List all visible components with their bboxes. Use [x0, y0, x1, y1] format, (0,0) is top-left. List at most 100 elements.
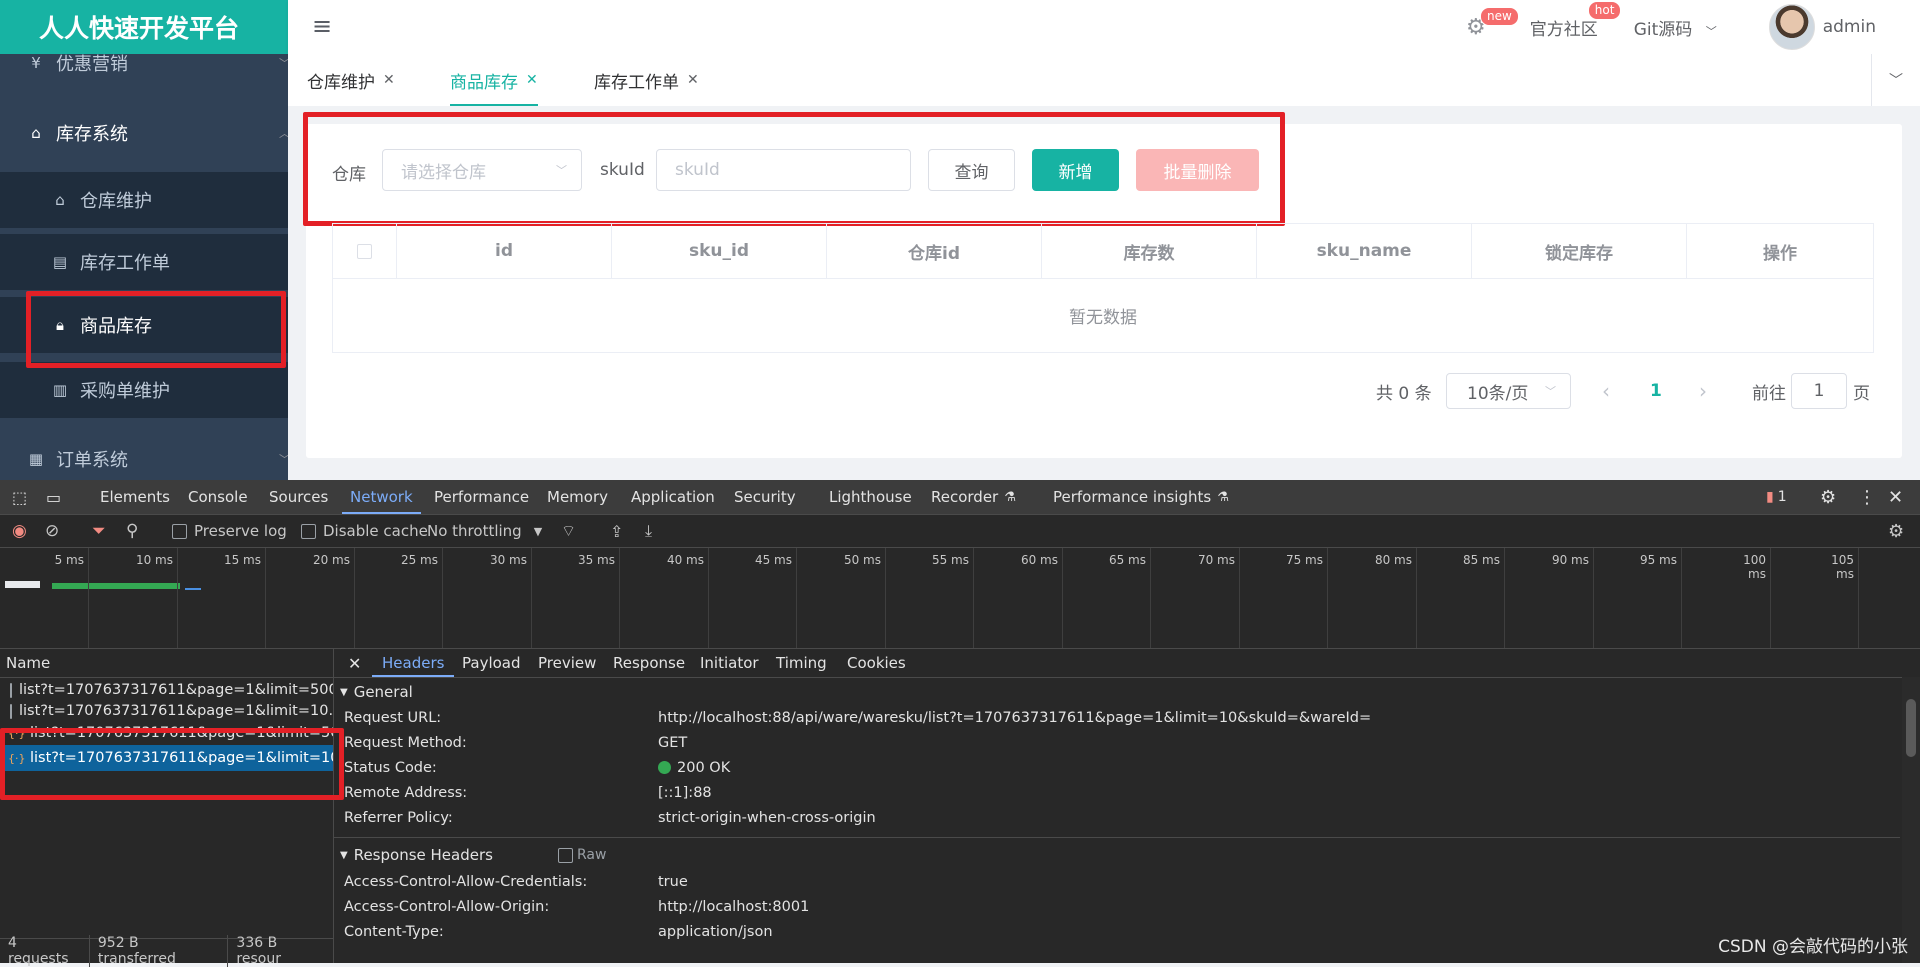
avatar[interactable] [1768, 4, 1815, 50]
column-header[interactable]: sku_name [1257, 224, 1472, 278]
inspect-icon[interactable]: ⬚ [12, 480, 27, 514]
remote-address-value[interactable]: [::1]:88 [658, 785, 712, 801]
import-har-icon[interactable]: ⇪ [610, 515, 623, 547]
close-icon[interactable]: ✕ [1888, 480, 1903, 514]
sidebar-item-marketing[interactable]: ¥ 优惠营销 ﹀ [0, 38, 314, 88]
page-number[interactable]: 1 [1650, 372, 1662, 410]
sidebar-item-order-system[interactable]: ▦ 订单系统 ﹀ [0, 432, 314, 480]
devtools-tab-application[interactable]: Application [631, 480, 715, 514]
clear-icon[interactable]: ⊘ [45, 515, 59, 547]
response-headers-section-header[interactable]: ▼ Response Headers Raw [334, 843, 1900, 867]
close-icon[interactable]: ✕ [348, 649, 361, 677]
hamburger-icon[interactable]: ≡ [312, 12, 332, 40]
referrer-policy-value[interactable]: strict-origin-when-cross-origin [658, 810, 876, 826]
search-icon[interactable]: ⚲ [126, 515, 138, 547]
close-icon[interactable]: ✕ [383, 72, 395, 88]
settings-icon[interactable]: ⚙ [1820, 480, 1836, 514]
git-dropdown[interactable]: Git源码 ﹀ [1634, 15, 1717, 40]
status-code-value[interactable]: 200 OK [658, 760, 730, 776]
devtools-tab-performance[interactable]: Performance [434, 480, 529, 514]
warehouse-select[interactable]: 请选择仓库 ﹀ [382, 149, 582, 191]
sidebar-item-label: 库存工作单 [80, 253, 170, 274]
detail-scrollbar[interactable] [1902, 677, 1920, 963]
timeline-gridline [1327, 548, 1328, 648]
close-icon[interactable]: ✕ [687, 72, 699, 88]
tab-warehouse[interactable]: 仓库维护 ✕ [307, 54, 395, 106]
header-value[interactable]: true [658, 874, 688, 890]
tabs-menu[interactable]: ﹀ [1871, 54, 1920, 106]
devtools-tab-recorder[interactable]: Recorder ⚗ [931, 480, 1016, 514]
request-method-value[interactable]: GET [658, 735, 687, 751]
header-value[interactable]: http://localhost:8001 [658, 899, 809, 915]
timeline-label: 35 ms [577, 553, 615, 567]
page-size-select[interactable]: 10条/页 ﹀ [1446, 373, 1571, 409]
network-conditions-icon[interactable]: ⌔ [561, 515, 576, 547]
tab-product-stock[interactable]: 商品库存 ✕ [450, 54, 538, 106]
detail-tab-initiator[interactable]: Initiator [700, 649, 759, 677]
column-header[interactable]: sku_id [612, 224, 827, 278]
goto-page-input[interactable]: 1 [1791, 373, 1847, 409]
name-column-header[interactable]: Name [0, 649, 333, 678]
detail-tab-payload[interactable]: Payload [462, 649, 521, 677]
sidebar-item-inventory-system[interactable]: ⌂ 库存系统 ︿ [0, 106, 314, 160]
devtools-tab-lighthouse[interactable]: Lighthouse [829, 480, 912, 514]
lock-icon: 🔒︎ [56, 316, 64, 334]
column-header[interactable]: 仓库id [827, 224, 1042, 278]
header-value[interactable]: application/json [658, 924, 773, 940]
export-har-icon[interactable]: ⤓ [645, 515, 652, 547]
timeline-gridline [1681, 548, 1682, 648]
prev-page-icon[interactable]: ‹ [1602, 372, 1610, 410]
xhr-icon: {·} [8, 751, 26, 765]
resources-size: 336 B resour [236, 935, 281, 967]
skuid-input[interactable]: skuId [656, 149, 911, 191]
preserve-log-checkbox[interactable]: Preserve log [172, 515, 287, 547]
community-label: 官方社区 [1529, 19, 1598, 40]
timeline-label: 5 ms [54, 553, 84, 567]
devtools-tab-performance-insights[interactable]: Performance insights ⚗ [1053, 480, 1229, 514]
request-url-value[interactable]: http://localhost:88/api/ware/waresku/lis… [658, 710, 1371, 726]
detail-tab-cookies[interactable]: Cookies [847, 649, 906, 677]
username[interactable]: admin [1823, 17, 1876, 37]
throttling-select[interactable]: No throttling ▼ [427, 515, 542, 547]
network-timeline[interactable]: 5 ms 10 ms 15 ms 20 ms 25 ms 30 ms 35 ms 40 ms 4… [0, 548, 1920, 649]
select-all-checkbox[interactable] [357, 243, 372, 259]
scrollbar-thumb[interactable] [1906, 699, 1916, 757]
filter-icon[interactable]: ⏷ [92, 515, 106, 547]
checkbox-box [301, 523, 316, 539]
column-header[interactable]: 库存数 [1042, 224, 1257, 278]
detail-tab-preview[interactable]: Preview [538, 649, 596, 677]
batch-delete-button[interactable]: 批量删除 [1136, 149, 1259, 191]
add-button[interactable]: 新增 [1032, 149, 1119, 191]
request-row-selected[interactable]: {·} list?t=1707637317611&page=1&limit=10… [0, 745, 333, 771]
devtools-tab-elements[interactable]: Elements [100, 480, 170, 514]
next-page-icon[interactable]: › [1699, 372, 1707, 410]
devtools-tab-security[interactable]: Security [734, 480, 796, 514]
devtools-tab-memory[interactable]: Memory [547, 480, 608, 514]
general-section-header[interactable]: ▼ General [334, 680, 1900, 704]
community-link[interactable]: 官方社区 hot [1529, 0, 1622, 40]
record-icon[interactable]: ◉ [12, 515, 27, 547]
device-toggle-icon[interactable]: ▭ [46, 480, 61, 514]
request-row[interactable]: {·} list?t=1707637317611&page=1&limit=50… [0, 720, 333, 746]
timeline-label: 60 ms [1020, 553, 1058, 567]
devtools-tab-sources[interactable]: Sources [269, 480, 328, 514]
issues-counter[interactable]: ▮ 1 [1766, 480, 1787, 514]
settings-icon[interactable]: ⚙ new [1466, 6, 1519, 40]
tab-inventory-task[interactable]: 库存工作单 ✕ [594, 54, 699, 106]
detail-tab-timing[interactable]: Timing [776, 649, 827, 677]
column-header[interactable]: id [397, 224, 612, 278]
raw-checkbox[interactable]: Raw [558, 847, 606, 863]
network-settings-icon[interactable]: ⚙ [1888, 515, 1904, 547]
detail-tab-response[interactable]: Response [613, 649, 685, 677]
disable-cache-checkbox[interactable]: Disable cache [301, 515, 428, 547]
column-header[interactable]: 锁定库存 [1472, 224, 1687, 278]
close-icon[interactable]: ✕ [526, 72, 538, 88]
devtools-tab-network[interactable]: Network [342, 480, 421, 514]
tab-label: Recorder [931, 488, 999, 506]
requests-panel: Name list?t=1707637317611&page=1&limit=5… [0, 649, 334, 967]
devtools-tabbar: ⬚ ▭ Elements Console Sources Network Per… [0, 480, 1920, 515]
query-button[interactable]: 查询 [928, 149, 1015, 191]
detail-tab-headers[interactable]: Headers [371, 649, 455, 677]
devtools-tab-console[interactable]: Console [188, 480, 248, 514]
more-options-icon[interactable]: ⋮ [1858, 480, 1876, 514]
